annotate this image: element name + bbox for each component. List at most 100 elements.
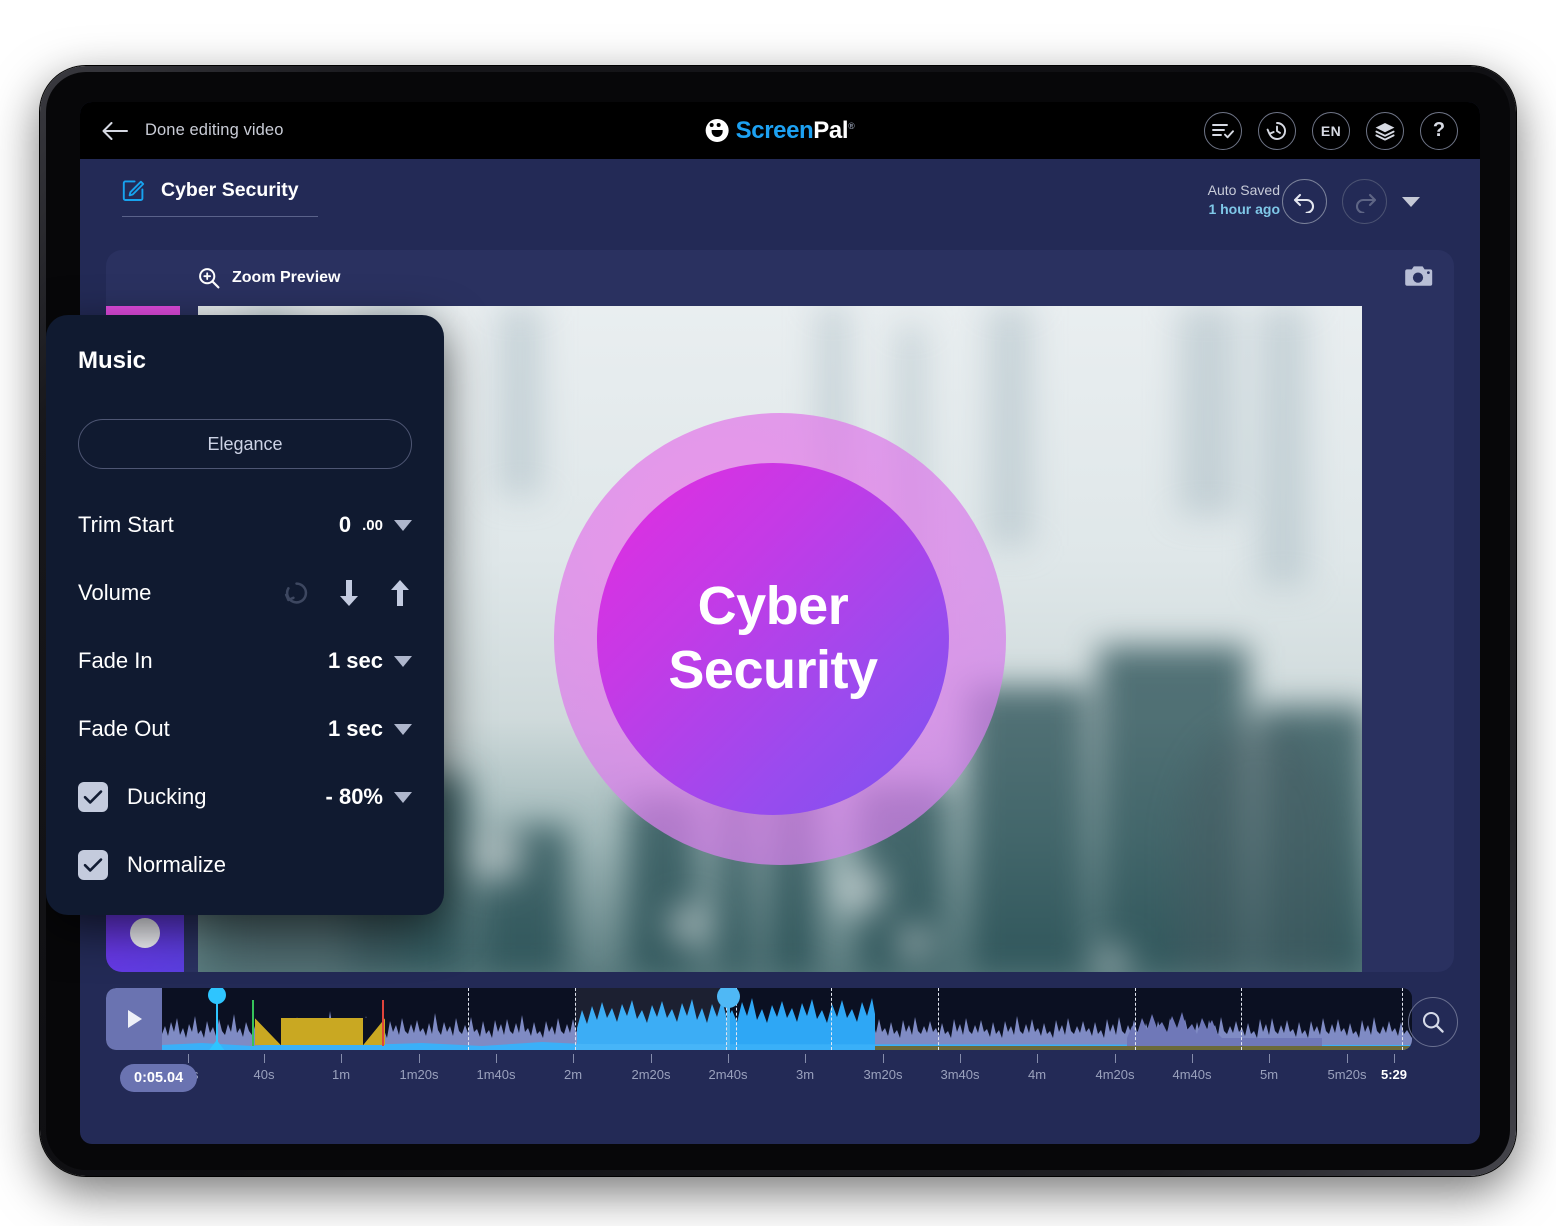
title-inner-circle: Cyber Security [596, 463, 949, 815]
layers-icon[interactable] [1366, 111, 1404, 150]
done-editing-label: Done editing video [145, 121, 284, 139]
page-title: Cyber Security [161, 179, 299, 201]
brand-registered: ® [848, 120, 855, 131]
trim-start-label: Trim Start [78, 512, 174, 537]
fade-in-value: 1 sec [327, 648, 383, 673]
music-settings-panel: Music Elegance Trim Start 0.00 Volume Fa… [46, 315, 444, 915]
volume-label: Volume [78, 580, 152, 605]
timeline-ruler[interactable]: 20s 40s 1m 1m20s 1m40s 2m 2m20s 2m40s 3m… [106, 1054, 1412, 1098]
music-preset-button[interactable]: Elegance [78, 419, 412, 469]
ruler-tick-label: 5m [1259, 1067, 1279, 1082]
timeline-clip-purple-thumbnail [106, 912, 184, 972]
language-icon[interactable]: EN [1312, 111, 1350, 150]
ruler-tick-label: 4m [1027, 1067, 1047, 1082]
ducking-checkbox[interactable] [78, 782, 108, 812]
brand-second: Pal [813, 116, 849, 144]
waveform-area[interactable] [162, 988, 1412, 1050]
volume-reset-icon[interactable] [283, 580, 310, 607]
fade-out-row: Fade Out 1 sec [78, 695, 412, 763]
more-options-chevron-down-icon[interactable] [1402, 196, 1420, 207]
trim-start-value: 0 [338, 512, 352, 537]
history-icon[interactable] [1258, 111, 1296, 150]
fade-in-label: Fade In [78, 648, 153, 673]
volume-controls [283, 578, 412, 608]
ducking-value-dropdown[interactable]: - 80% [326, 784, 412, 810]
trim-start-decimals: .00 [362, 516, 383, 534]
ruler-tick-label: 4m40s [1172, 1067, 1212, 1082]
brand-first: Screen [735, 116, 814, 144]
normalize-checkbox[interactable] [78, 850, 108, 880]
ruler-tick-label: 40s [253, 1067, 275, 1082]
timeline-selection-region[interactable] [574, 988, 727, 1050]
video-title-text: Cyber Security [668, 576, 878, 700]
trim-start-row: Trim Start 0.00 [78, 491, 412, 559]
edit-pencil-icon [122, 179, 145, 202]
trim-start-value-dropdown[interactable]: 0.00 [339, 512, 412, 538]
zoom-preview-bar: Zoom Preview [106, 250, 1454, 306]
timeline-marker[interactable] [1240, 988, 1242, 1050]
timeline-search-icon[interactable] [1408, 997, 1458, 1047]
music-clip-region[interactable] [254, 1018, 385, 1045]
music-clip-end-handle[interactable] [382, 1000, 385, 1046]
ducking-label: Ducking [127, 784, 207, 809]
ruler-tick-label: 5m20s [1327, 1067, 1367, 1082]
ruler-tick-label: 1m40s [476, 1067, 516, 1082]
volume-row: Volume [78, 559, 412, 627]
timeline-play-button[interactable] [106, 988, 162, 1050]
undo-button[interactable] [1282, 179, 1327, 224]
camera-snapshot-icon[interactable] [1404, 263, 1434, 289]
help-icon[interactable]: ? [1420, 111, 1458, 150]
chevron-down-icon [394, 519, 412, 531]
undo-redo-group [1282, 179, 1420, 224]
chevron-down-icon [394, 655, 412, 667]
ruler-tick-label: 2m [563, 1067, 583, 1082]
ruler-tick-label: 3m [795, 1067, 815, 1082]
selection-end-handle[interactable] [717, 988, 740, 1050]
music-fade-in-ramp [254, 1018, 281, 1045]
autosave-status: Auto Saved 1 hour ago [1208, 181, 1280, 219]
playhead-knob[interactable] [207, 988, 226, 1004]
redo-button[interactable] [1342, 179, 1387, 224]
timeline-marker[interactable] [1134, 988, 1136, 1050]
clip-thumbnail-dot [130, 918, 160, 948]
ruler-tick-label: 3m40s [940, 1067, 980, 1082]
ruler-tick-label: 2m20s [631, 1067, 671, 1082]
ruler-tick-label: 1m [331, 1067, 351, 1082]
timeline-marker[interactable] [830, 988, 832, 1050]
fade-out-label: Fade Out [78, 716, 170, 741]
timeline-marker[interactable] [938, 988, 940, 1050]
timeline-marker[interactable] [1402, 988, 1403, 1050]
volume-up-icon[interactable] [388, 578, 412, 608]
chevron-down-icon [394, 723, 412, 735]
autosave-time: 1 hour ago [1208, 200, 1280, 217]
ruler-tick-label: 3m20s [863, 1067, 903, 1082]
ruler-tick-label: 4m20s [1095, 1067, 1135, 1082]
top-bar-actions: EN ? [1204, 111, 1458, 150]
fade-out-value: 1 sec [327, 716, 383, 741]
fade-in-row: Fade In 1 sec [78, 627, 412, 695]
chevron-down-icon [394, 791, 412, 803]
normalize-toggle[interactable]: Normalize [78, 850, 226, 880]
music-clip-start-handle[interactable] [252, 1000, 255, 1046]
ruler-tick-label: 1m20s [399, 1067, 439, 1082]
zoom-preview-button[interactable]: Zoom Preview [198, 267, 340, 289]
playhead[interactable] [207, 988, 226, 1050]
done-editing-button[interactable]: Done editing video [102, 121, 283, 140]
current-time-badge: 0:05.04 [120, 1064, 198, 1092]
project-title-field[interactable]: Cyber Security [122, 179, 318, 217]
title-row: Cyber Security Auto Saved 1 hour ago [80, 159, 1480, 241]
autosave-label: Auto Saved [1207, 182, 1280, 198]
checklist-icon[interactable] [1204, 111, 1242, 150]
fade-out-value-dropdown[interactable]: 1 sec [328, 716, 412, 742]
screenpal-logo: ScreenPal® [705, 116, 855, 145]
ruler-tick-label: 2m40s [708, 1067, 748, 1082]
music-panel-title: Music [78, 347, 147, 374]
fade-in-value-dropdown[interactable]: 1 sec [328, 648, 412, 674]
ducking-row: Ducking - 80% [78, 763, 412, 831]
volume-down-icon[interactable] [337, 578, 361, 608]
timeline-track[interactable] [106, 988, 1412, 1050]
screenpal-mark-icon [705, 119, 729, 142]
timeline-marker[interactable] [468, 988, 470, 1050]
ducking-toggle[interactable]: Ducking [78, 782, 206, 812]
normalize-label: Normalize [127, 852, 227, 877]
